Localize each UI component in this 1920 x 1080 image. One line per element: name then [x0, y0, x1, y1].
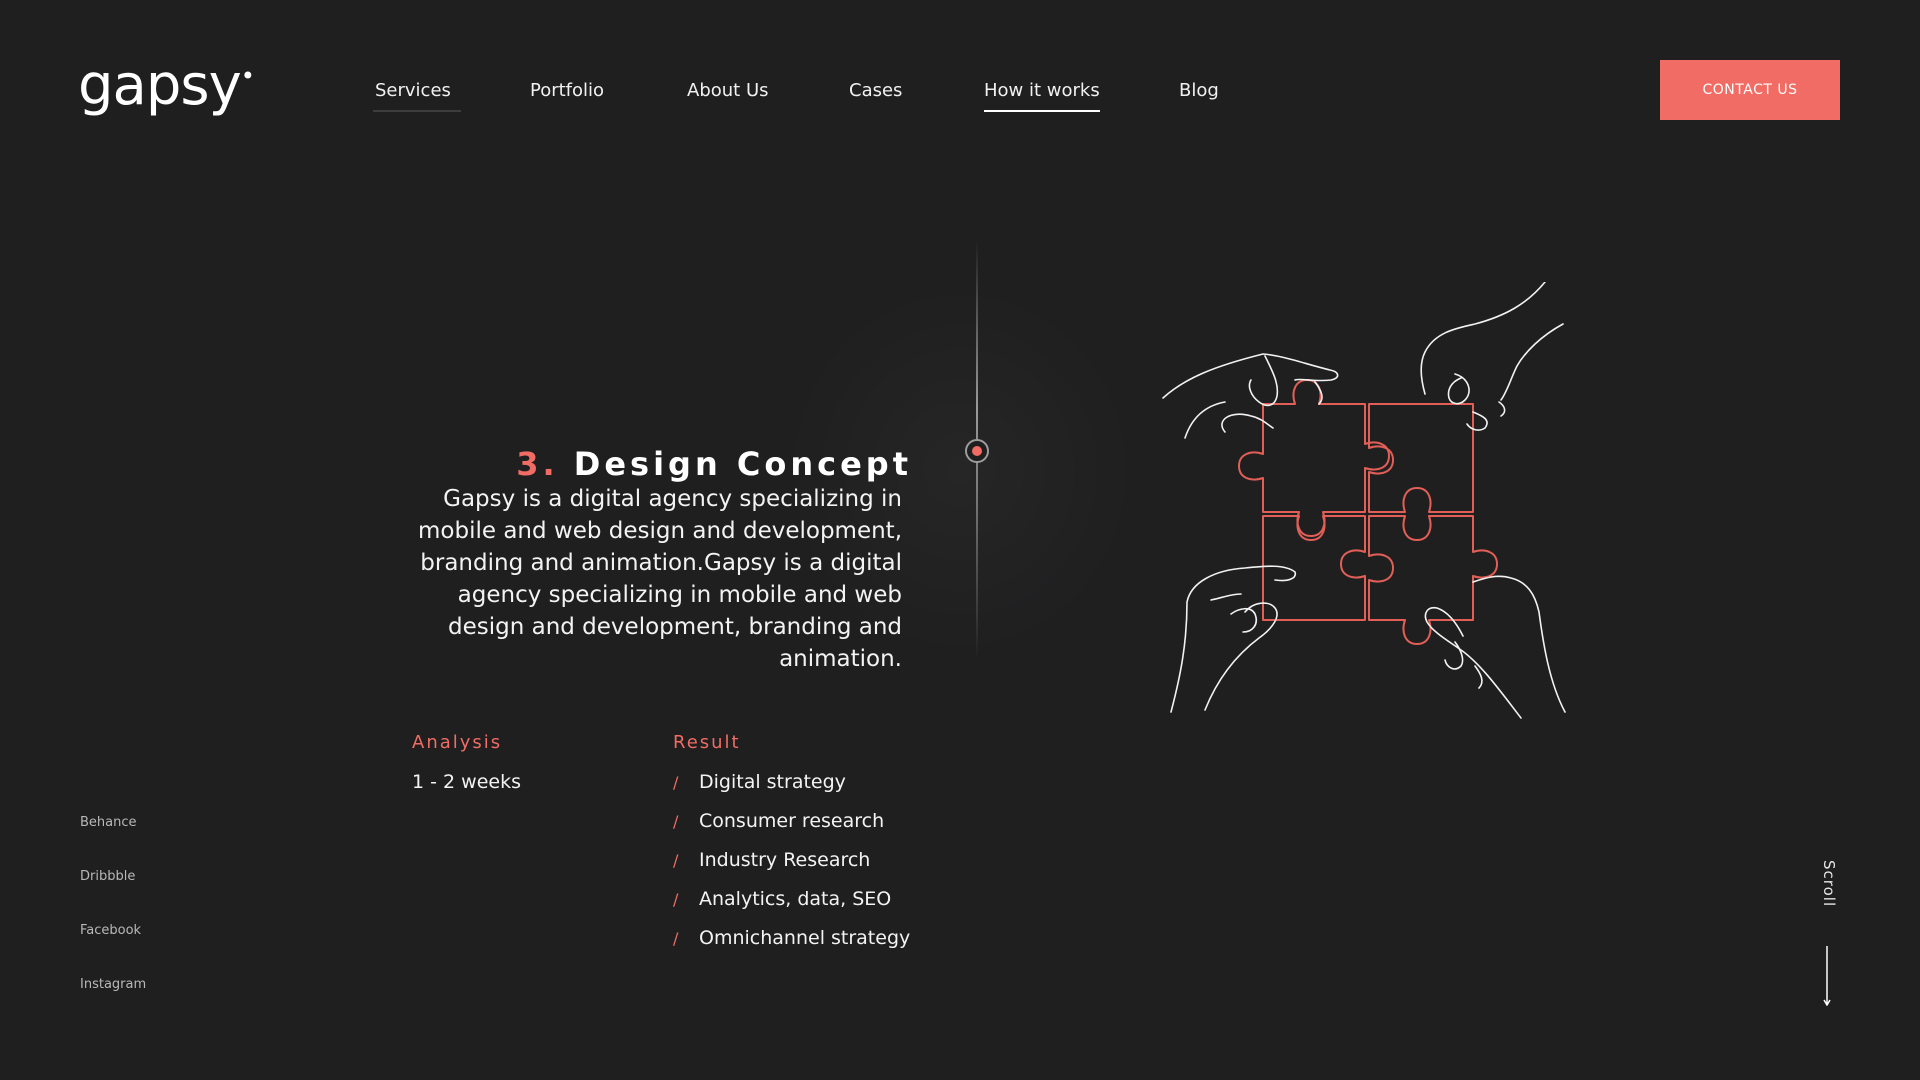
result-item-label: Digital strategy — [699, 771, 846, 793]
step-number: 3. — [516, 445, 559, 483]
nav-item-about-us[interactable]: About Us — [687, 78, 769, 104]
slash-icon: / — [673, 812, 679, 831]
result-item-label: Omnichannel strategy — [699, 927, 911, 949]
social-link-instagram[interactable]: Instagram — [80, 977, 146, 1031]
nav-item-label: Services — [375, 80, 451, 101]
nav-item-label: Cases — [849, 80, 903, 101]
result-item-label: Consumer research — [699, 810, 885, 832]
page: gapsy• Services Portfolio About Us Cases… — [0, 0, 1920, 1080]
list-item: / Digital strategy — [673, 771, 910, 810]
analysis-heading: Analysis — [412, 732, 503, 753]
scroll-label: Scroll — [1820, 860, 1838, 908]
step-title-text: Design Concept — [573, 445, 912, 483]
step-description: Gapsy is a digital agency specializing i… — [418, 486, 902, 672]
result-list: / Digital strategy / Consumer research / In… — [673, 771, 910, 966]
result-item-label: Industry Research — [699, 849, 871, 871]
social-links: Behance Dribbble Facebook Instagram — [80, 815, 146, 1031]
nav-hover-underline — [373, 110, 461, 112]
arrow-down-icon — [1823, 946, 1831, 1006]
slash-icon: / — [673, 929, 679, 948]
step-title: 3. Design Concept — [516, 445, 912, 483]
nav-item-label: About Us — [687, 80, 769, 101]
nav-item-label: How it works — [984, 80, 1100, 101]
nav-item-services[interactable]: Services — [373, 78, 461, 112]
social-link-behance[interactable]: Behance — [80, 815, 146, 869]
slash-icon: / — [673, 890, 679, 909]
result-item-label: Analytics, data, SEO — [699, 888, 892, 910]
analysis-duration: 1 - 2 weeks — [412, 771, 521, 793]
contact-us-button[interactable]: CONTACT US — [1660, 60, 1840, 120]
puzzle-hands-illustration — [1162, 282, 1566, 719]
timeline-dot-icon[interactable] — [965, 439, 989, 463]
list-item: / Industry Research — [673, 849, 910, 888]
nav-item-how-it-works[interactable]: How it works — [984, 78, 1100, 112]
list-item: / Omnichannel strategy — [673, 927, 910, 966]
nav-item-blog[interactable]: Blog — [1179, 78, 1219, 104]
nav-item-cases[interactable]: Cases — [849, 78, 902, 104]
main-nav: Services Portfolio About Us Cases How it… — [0, 78, 1920, 114]
nav-active-underline — [984, 110, 1100, 112]
result-heading: Result — [673, 732, 741, 753]
nav-item-portfolio[interactable]: Portfolio — [530, 78, 604, 104]
list-item: / Analytics, data, SEO — [673, 888, 910, 927]
nav-item-label: Blog — [1179, 80, 1219, 101]
slash-icon: / — [673, 773, 679, 792]
list-item: / Consumer research — [673, 810, 910, 849]
slash-icon: / — [673, 851, 679, 870]
nav-item-label: Portfolio — [530, 80, 605, 101]
social-link-facebook[interactable]: Facebook — [80, 923, 146, 977]
social-link-dribbble[interactable]: Dribbble — [80, 869, 146, 923]
scroll-indicator[interactable]: Scroll — [1810, 860, 1850, 1010]
